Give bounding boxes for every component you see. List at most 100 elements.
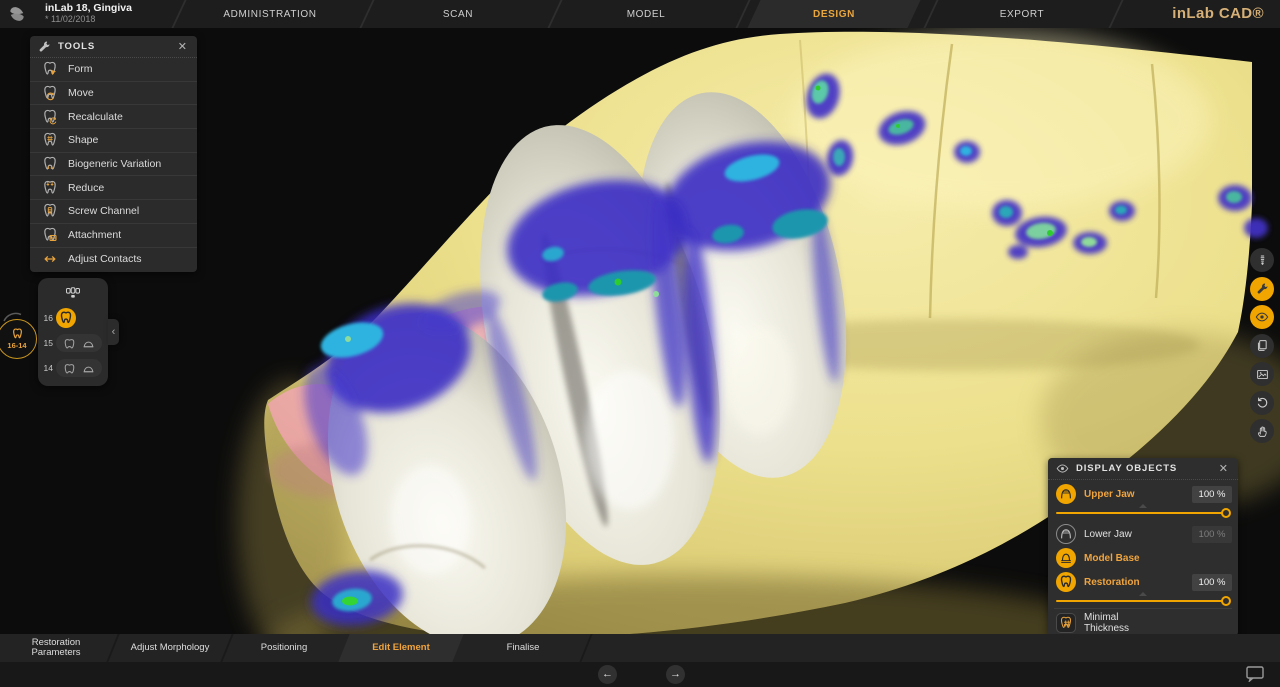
step-back-button[interactable]: ←: [598, 665, 617, 684]
crown-icon: [63, 362, 76, 375]
adjust-contacts-icon: [42, 251, 58, 267]
tooth-form-icon: [42, 61, 58, 77]
tooth-15-options[interactable]: [56, 334, 102, 352]
tooth-reduce-icon: [42, 180, 58, 196]
tool-item-shape[interactable]: Shape: [30, 129, 197, 153]
wrench-icon: [38, 40, 51, 53]
pontic-icon: [82, 362, 95, 375]
screenshot-icon[interactable]: [1250, 362, 1274, 386]
tool-item-recalculate[interactable]: Recalculate: [30, 105, 197, 129]
step-edit-element[interactable]: Edit Element: [340, 634, 462, 662]
tooth-14-options[interactable]: [56, 359, 102, 377]
display-objects-close-icon[interactable]: ✕: [1217, 462, 1230, 475]
attachment-icon: [42, 227, 58, 243]
tooth-number: 16: [38, 313, 56, 323]
step-positioning[interactable]: Positioning: [228, 634, 340, 662]
implant-icon[interactable]: [1250, 248, 1274, 272]
slider-handle[interactable]: [1221, 596, 1231, 606]
display-objects-panel: DISPLAY OBJECTS ✕ Upper Jaw 100 % Lower …: [1048, 458, 1238, 636]
tool-item-move[interactable]: Move: [30, 82, 197, 106]
tool-item-form[interactable]: Form: [30, 58, 197, 82]
feedback-chat-icon[interactable]: [1246, 666, 1266, 682]
tool-item-adjust-contacts[interactable]: Adjust Contacts: [30, 248, 197, 272]
restoration-opacity-value: 100 %: [1192, 574, 1232, 591]
restoration-icon: [1056, 572, 1076, 592]
tools-close-icon[interactable]: ✕: [176, 40, 189, 53]
undo-icon[interactable]: [1250, 391, 1274, 415]
restoration-opacity-slider[interactable]: [1056, 596, 1230, 606]
step-finalise[interactable]: Finalise: [462, 634, 584, 662]
tab-model[interactable]: MODEL: [552, 0, 740, 28]
tooth-shape-icon: [42, 132, 58, 148]
upper-jaw-opacity-slider[interactable]: [1056, 508, 1230, 518]
case-date: * 11/02/2018: [45, 14, 132, 25]
tooth-number: 15: [38, 338, 56, 348]
divider: [1054, 608, 1232, 609]
slider-center-notch: [1139, 504, 1147, 508]
display-item-model-base[interactable]: Model Base: [1048, 546, 1238, 570]
tooth-number: 14: [38, 363, 56, 373]
tools-panel: TOOLS ✕ Form Move Recalculate Shape Biog…: [30, 36, 197, 272]
bottom-strip: ← →: [0, 662, 1280, 687]
minimal-thickness-icon: [1056, 613, 1076, 633]
tab-administration[interactable]: ADMINISTRATION: [176, 0, 364, 28]
display-objects-header: DISPLAY OBJECTS ✕: [1048, 458, 1238, 480]
eye-icon: [1056, 462, 1069, 475]
collapse-chevron[interactable]: ‹: [108, 319, 119, 345]
brand-logo-text: inLab CAD®: [1172, 5, 1264, 22]
case-title-block: inLab 18, Gingiva * 11/02/2018: [45, 3, 132, 25]
top-bar: inLab 18, Gingiva * 11/02/2018 ADMINISTR…: [0, 0, 1280, 28]
step-restoration-parameters[interactable]: Restoration Parameters: [0, 634, 112, 662]
duplicate-view-icon[interactable]: [1250, 334, 1274, 358]
tooth-row-16: 16: [38, 307, 108, 329]
tools-panel-title: TOOLS: [58, 41, 176, 52]
tooth-recalculate-icon: [42, 109, 58, 125]
case-title: inLab 18, Gingiva: [45, 3, 132, 14]
step-adjust-morphology[interactable]: Adjust Morphology: [114, 634, 226, 662]
step-forward-button[interactable]: →: [666, 665, 685, 684]
model-base-icon: [1056, 548, 1076, 568]
lower-jaw-icon: [1056, 524, 1076, 544]
display-item-minimal-thickness[interactable]: Minimal Thickness: [1048, 611, 1238, 635]
tab-design[interactable]: DESIGN: [740, 0, 928, 28]
tab-export[interactable]: EXPORT: [928, 0, 1116, 28]
tool-item-screw-channel[interactable]: Screw Channel: [30, 200, 197, 224]
upper-jaw-opacity-value: 100 %: [1192, 486, 1232, 503]
upper-jaw-icon: [1056, 484, 1076, 504]
tool-item-attachment[interactable]: Attachment: [30, 224, 197, 248]
tooth-move-icon: [42, 85, 58, 101]
tab-scan[interactable]: SCAN: [364, 0, 552, 28]
slider-track: [1056, 600, 1230, 602]
display-item-upper-jaw[interactable]: Upper Jaw 100 %: [1048, 482, 1238, 506]
tooth-selector-panel: 16 15 14: [38, 278, 108, 386]
display-objects-icon[interactable]: [1250, 305, 1274, 329]
screw-channel-icon: [42, 203, 58, 219]
crown-icon: [59, 311, 73, 325]
inlab-cad-window: inLab 18, Gingiva * 11/02/2018 ADMINISTR…: [0, 0, 1280, 687]
tools-list: Form Move Recalculate Shape Biogeneric V…: [30, 58, 197, 271]
tooth-16-selected-button[interactable]: [56, 308, 76, 328]
tools-icon[interactable]: [1250, 277, 1274, 301]
display-item-restoration[interactable]: Restoration 100 %: [1048, 570, 1238, 594]
phase-tabs: ADMINISTRATION SCAN MODEL DESIGN EXPORT: [176, 0, 1116, 28]
crown-icon: [63, 337, 76, 350]
crown-icon: [11, 328, 24, 340]
lower-jaw-opacity-value: 100 %: [1192, 526, 1232, 543]
tools-panel-header: TOOLS ✕: [30, 36, 197, 58]
slider-handle[interactable]: [1221, 508, 1231, 518]
tooth-row-15: 15: [38, 332, 108, 354]
pontic-icon: [82, 337, 95, 350]
grab-icon[interactable]: [1250, 419, 1274, 443]
tooth-range-label: 16-14: [7, 341, 26, 350]
slider-center-notch: [1139, 592, 1147, 596]
tool-item-reduce[interactable]: Reduce: [30, 176, 197, 200]
right-toolbar: [1250, 248, 1274, 448]
tool-item-biogeneric-variation[interactable]: Biogeneric Variation: [30, 153, 197, 177]
workflow-bar: Restoration Parameters Adjust Morphology…: [0, 634, 1280, 662]
sirona-logo: [7, 4, 27, 24]
tooth-variation-icon: [42, 156, 58, 172]
display-item-lower-jaw[interactable]: Lower Jaw 100 %: [1048, 522, 1238, 546]
display-objects-title: DISPLAY OBJECTS: [1076, 463, 1217, 474]
slider-track: [1056, 512, 1230, 514]
tooth-row-14: 14: [38, 357, 108, 379]
